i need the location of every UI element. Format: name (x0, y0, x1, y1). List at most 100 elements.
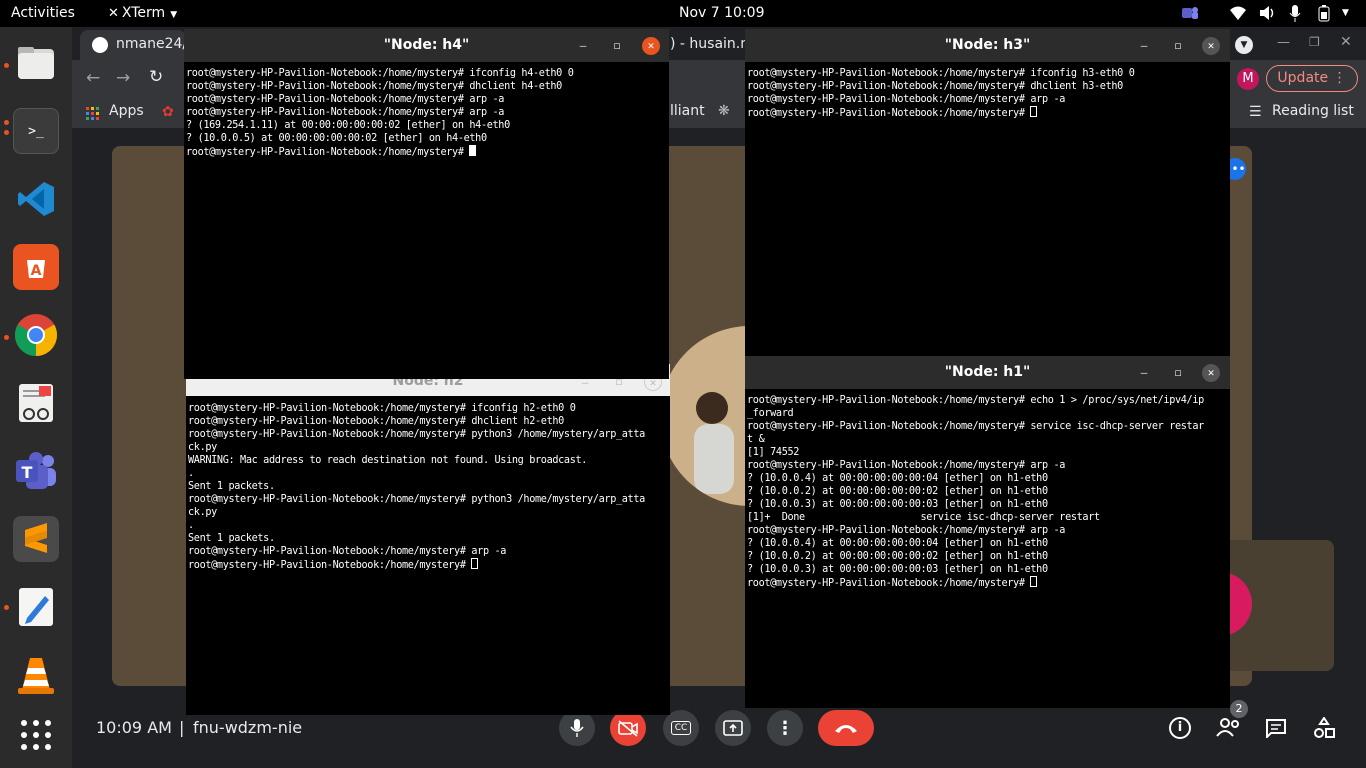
maximize-icon[interactable]: ◻ (1169, 37, 1187, 55)
tab-search-icon[interactable]: ▼ (1235, 36, 1253, 54)
chat-icon[interactable] (1265, 718, 1287, 742)
captions-icon: CC (670, 721, 692, 735)
document-viewer-icon[interactable] (13, 380, 59, 426)
activities-button[interactable]: Activities (11, 5, 75, 21)
microphone-icon (570, 719, 584, 737)
activities-icon[interactable] (1313, 716, 1335, 743)
vscode-icon[interactable] (13, 176, 59, 222)
terminal-icon[interactable]: >_ (13, 108, 59, 154)
app-menu-label: XTerm (121, 5, 166, 21)
terminal-cursor (471, 558, 479, 569)
battery-icon[interactable] (1316, 5, 1332, 26)
minimize-icon[interactable]: — (574, 37, 592, 55)
terminal-output-h1[interactable]: root@mystery-HP-Pavilion-Notebook:/home/… (747, 394, 1228, 708)
top-bar: Activities ✕ XTerm ▼ Nov 7 10:09 ▼ (0, 0, 1366, 27)
apps-bookmark[interactable]: Apps (109, 103, 144, 119)
terminal-window-h4[interactable]: "Node: h4" — ◻ ✕ root@mystery-HP-Pavilio… (184, 29, 669, 379)
minimize-icon[interactable]: — (1135, 364, 1153, 382)
terminal-title-h4[interactable]: "Node: h4" (184, 29, 669, 62)
running-indicator (4, 130, 9, 135)
camera-off-button[interactable] (610, 710, 646, 746)
terminal-output-h3[interactable]: root@mystery-HP-Pavilion-Notebook:/home/… (747, 67, 1228, 356)
info-icon[interactable]: i (1169, 717, 1191, 739)
present-icon (723, 720, 743, 736)
svg-text:T: T (22, 463, 33, 482)
terminal-cursor (1030, 106, 1038, 117)
bookmark-favicon-icon-2[interactable]: ❋ (718, 103, 730, 119)
maximize-icon[interactable]: ◻ (1169, 364, 1187, 382)
self-view-tile (1208, 540, 1334, 671)
forward-icon[interactable]: → (116, 68, 130, 88)
teams-icon[interactable]: T (13, 448, 59, 494)
software-store-icon[interactable]: A (13, 244, 59, 290)
end-call-button[interactable] (818, 710, 874, 746)
chrome-icon[interactable] (13, 312, 59, 358)
running-indicator (4, 63, 9, 68)
terminal-window-h2[interactable]: "Node: h2" — ◻ ✕ root@mystery-HP-Pavilio… (186, 364, 670, 715)
maximize-icon[interactable]: ❐ (1309, 35, 1320, 49)
close-icon[interactable]: ✕ (1202, 364, 1220, 382)
github-icon (92, 37, 108, 53)
people-icon[interactable] (1216, 716, 1242, 742)
sublime-text-icon[interactable] (13, 516, 59, 562)
end-call-icon (835, 725, 857, 733)
teams-tray-icon[interactable] (1181, 4, 1199, 26)
microphone-icon[interactable] (1289, 5, 1301, 26)
app-menu[interactable]: ✕ XTerm ▼ (108, 5, 177, 21)
files-icon[interactable] (13, 40, 59, 86)
terminal-output-h2[interactable]: root@mystery-HP-Pavilion-Notebook:/home/… (188, 402, 668, 715)
more-options-button[interactable]: ⋮ (767, 710, 803, 746)
terminal-output-h4[interactable]: root@mystery-HP-Pavilion-Notebook:/home/… (186, 67, 667, 379)
close-icon[interactable]: ✕ (642, 37, 660, 55)
system-menu-chevron-icon[interactable]: ▼ (1342, 8, 1349, 18)
text-editor-icon[interactable] (13, 584, 59, 630)
clock[interactable]: Nov 7 10:09 (679, 5, 764, 21)
bookmark-favicon-icon[interactable]: ✿ (162, 104, 174, 120)
more-icon: ⋮ (1332, 70, 1347, 86)
terminal-cursor (469, 145, 477, 156)
volume-icon[interactable] (1258, 5, 1276, 25)
terminal-text: root@mystery-HP-Pavilion-Notebook:/home/… (747, 68, 1135, 119)
running-indicator (4, 335, 9, 340)
vlc-icon[interactable] (13, 652, 59, 698)
close-icon[interactable]: ✕ (1340, 34, 1352, 50)
chevron-down-icon: ▼ (170, 10, 178, 20)
tab-title-2[interactable]: ) - husain.m (670, 36, 754, 52)
show-applications-icon[interactable] (13, 712, 59, 758)
close-icon[interactable]: ✕ (1202, 37, 1220, 55)
dock: >_ A T (0, 27, 72, 768)
terminal-title-h3[interactable]: "Node: h3" (745, 29, 1230, 62)
terminal-window-h3[interactable]: "Node: h3" — ◻ ✕ root@mystery-HP-Pavilio… (745, 29, 1230, 356)
bookmark-partial[interactable]: lliant (670, 103, 705, 119)
browser-tab[interactable]: nmane24/ (80, 30, 188, 60)
meeting-code: fnu-wdzm-nie (193, 718, 303, 737)
maximize-icon[interactable]: ◻ (608, 37, 626, 55)
terminal-cursor (1030, 576, 1038, 587)
more-vert-icon: ⋮ (776, 717, 794, 739)
reading-list-icon[interactable]: ☰ (1249, 104, 1262, 120)
terminal-window-h1[interactable]: "Node: h1" — ◻ ✕ root@mystery-HP-Pavilio… (745, 356, 1230, 708)
meeting-time: 10:09 AM (96, 718, 172, 737)
reload-icon[interactable]: ↻ (149, 67, 163, 87)
back-icon[interactable]: ← (86, 68, 100, 88)
reading-list-button[interactable]: Reading list (1272, 103, 1354, 119)
minimize-icon[interactable]: — (1277, 35, 1290, 50)
running-indicator (4, 120, 9, 125)
wifi-icon[interactable] (1229, 5, 1247, 25)
terminal-title-h1[interactable]: "Node: h1" (745, 356, 1230, 389)
tab-title: nmane24/ (116, 36, 188, 52)
present-button[interactable] (715, 710, 751, 746)
profile-avatar[interactable]: M (1237, 68, 1259, 90)
apps-grid-icon (86, 106, 100, 125)
svg-text:A: A (31, 263, 42, 279)
captions-button[interactable]: CC (663, 710, 699, 746)
microphone-button[interactable] (559, 710, 595, 746)
update-button[interactable]: Update ⋮ (1266, 65, 1358, 92)
terminal-text: root@mystery-HP-Pavilion-Notebook:/home/… (188, 403, 645, 571)
camera-off-icon (618, 720, 638, 737)
terminal-text: root@mystery-HP-Pavilion-Notebook:/home/… (747, 395, 1204, 589)
minimize-icon[interactable]: — (1135, 37, 1153, 55)
update-label: Update (1277, 70, 1329, 86)
terminal-text: root@mystery-HP-Pavilion-Notebook:/home/… (186, 68, 574, 158)
separator: | (179, 718, 185, 737)
